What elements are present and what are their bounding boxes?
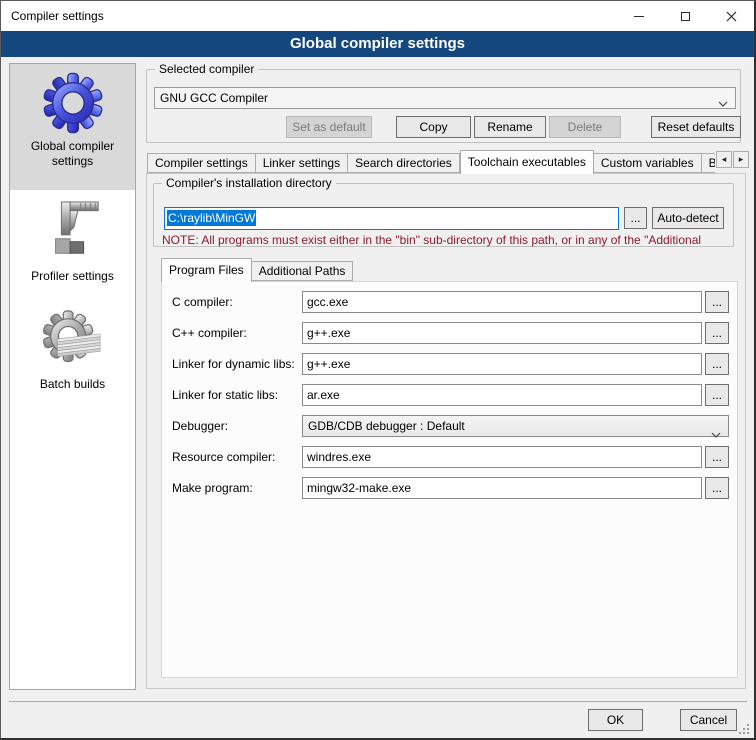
set-as-default-button[interactable]: Set as default	[286, 116, 372, 138]
tab-compiler-settings[interactable]: Compiler settings	[147, 153, 256, 173]
tab-linker-settings[interactable]: Linker settings	[256, 153, 348, 173]
ok-button[interactable]: OK	[588, 709, 643, 731]
page-title: Global compiler settings	[1, 31, 754, 57]
tab-program-files[interactable]: Program Files	[161, 258, 252, 282]
maximize-button[interactable]	[662, 1, 708, 31]
c-compiler-browse-button[interactable]: ...	[705, 291, 729, 313]
cpp-compiler-browse-button[interactable]: ...	[705, 322, 729, 344]
sidebar-item-profiler-settings[interactable]: Profiler settings	[10, 190, 135, 302]
tab-search-directories[interactable]: Search directories	[348, 153, 460, 173]
tab-build-options[interactable]: Build options	[702, 153, 715, 173]
compiler-settings-dialog: Compiler settings Global compiler settin…	[0, 0, 756, 740]
resource-compiler-input[interactable]: windres.exe	[302, 446, 702, 468]
chevron-down-icon	[718, 96, 728, 110]
linker-dynamic-browse-button[interactable]: ...	[705, 353, 729, 375]
selected-text: C:\raylib\MinGW	[167, 210, 256, 226]
settings-category-list: Global compiler settings Profiler settin…	[9, 63, 136, 690]
cancel-button[interactable]: Cancel	[680, 709, 737, 731]
program-files-page: C compiler: gcc.exe ... C++ compiler: g+…	[161, 281, 738, 678]
c-compiler-input[interactable]: gcc.exe	[302, 291, 702, 313]
auto-detect-button[interactable]: Auto-detect	[652, 207, 724, 229]
sidebar-item-label: Profiler settings	[10, 269, 135, 284]
window-title: Compiler settings	[11, 1, 104, 31]
linker-static-label: Linker for static libs:	[172, 384, 278, 406]
note-text: NOTE: All programs must exist either in …	[162, 233, 732, 247]
make-program-input[interactable]: mingw32-make.exe	[302, 477, 702, 499]
compiler-select-value: GNU GCC Compiler	[160, 91, 268, 105]
cpp-compiler-label: C++ compiler:	[172, 322, 247, 344]
make-program-browse-button[interactable]: ...	[705, 477, 729, 499]
resource-compiler-label: Resource compiler:	[172, 446, 275, 468]
close-button[interactable]	[708, 1, 754, 31]
sidebar-item-label: Batch builds	[10, 377, 135, 392]
gray-gear-stack-icon	[10, 310, 135, 372]
close-icon	[726, 11, 737, 22]
settings-tab-bar: Compiler settings Linker settings Search…	[147, 150, 715, 174]
sidebar-item-label: Global compiler settings	[10, 139, 135, 169]
copy-button[interactable]: Copy	[396, 116, 471, 138]
rename-button[interactable]: Rename	[474, 116, 546, 138]
tab-scroll-right-button[interactable]: ▸	[733, 151, 749, 168]
compiler-select[interactable]: GNU GCC Compiler	[154, 87, 736, 109]
program-files-tab-bar: Program Files Additional Paths	[161, 258, 461, 282]
cpp-compiler-input[interactable]: g++.exe	[302, 322, 702, 344]
browse-directory-button[interactable]: ...	[624, 207, 647, 229]
debugger-select-value: GDB/CDB debugger : Default	[308, 419, 465, 433]
group-label: Compiler's installation directory	[162, 176, 336, 191]
tab-additional-paths[interactable]: Additional Paths	[252, 261, 354, 281]
resize-grip[interactable]	[739, 724, 750, 735]
sidebar-item-global-compiler-settings[interactable]: Global compiler settings	[10, 64, 135, 190]
minimize-icon	[634, 16, 644, 17]
blue-gear-icon	[10, 72, 135, 134]
tab-custom-variables[interactable]: Custom variables	[594, 153, 702, 173]
linker-dynamic-input[interactable]: g++.exe	[302, 353, 702, 375]
installation-directory-group: Compiler's installation directory C:\ray…	[153, 183, 734, 247]
group-label: Selected compiler	[155, 62, 258, 77]
debugger-label: Debugger:	[172, 415, 228, 437]
delete-button[interactable]: Delete	[549, 116, 621, 138]
installation-directory-input[interactable]: C:\raylib\MinGW	[164, 207, 619, 230]
c-compiler-label: C compiler:	[172, 291, 233, 313]
maximize-icon	[681, 12, 690, 21]
linker-static-input[interactable]: ar.exe	[302, 384, 702, 406]
linker-static-browse-button[interactable]: ...	[705, 384, 729, 406]
tab-toolchain-executables[interactable]: Toolchain executables	[460, 150, 594, 174]
minimize-button[interactable]	[616, 1, 662, 31]
footer-separator	[9, 701, 747, 702]
resource-compiler-browse-button[interactable]: ...	[705, 446, 729, 468]
chevron-down-icon	[711, 424, 721, 444]
sidebar-item-batch-builds[interactable]: Batch builds	[10, 302, 135, 424]
reset-defaults-button[interactable]: Reset defaults	[651, 116, 741, 138]
tab-scroll-left-button[interactable]: ◂	[716, 151, 732, 168]
debugger-select[interactable]: GDB/CDB debugger : Default	[302, 415, 729, 437]
caliper-icon	[10, 198, 135, 264]
title-bar[interactable]: Compiler settings	[1, 1, 754, 31]
make-program-label: Make program:	[172, 477, 253, 499]
linker-dynamic-label: Linker for dynamic libs:	[172, 353, 295, 375]
